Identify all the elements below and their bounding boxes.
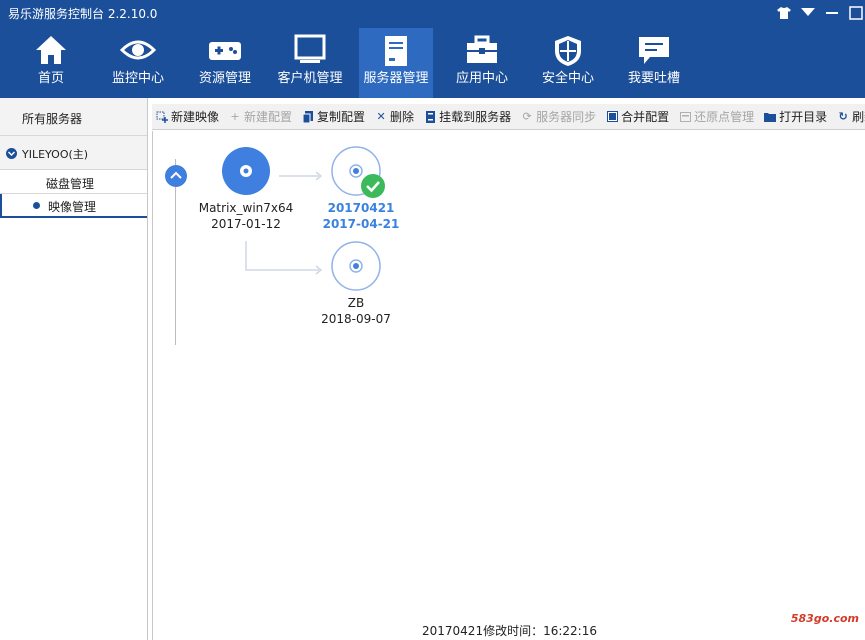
refresh-button[interactable]: ↻ 刷新 <box>837 108 865 125</box>
check-icon <box>361 174 385 198</box>
nav-resources-label: 资源管理 <box>198 71 251 86</box>
status-text: 20170421修改时间：16:22:16 <box>422 624 597 638</box>
nav-clients-label: 客户机管理 <box>277 71 343 86</box>
new-image-icon <box>156 111 168 123</box>
plus-icon: + <box>230 110 240 123</box>
title-bar: 易乐游服务控制台 2.2.10.0 <box>0 0 865 28</box>
child-image-node-2[interactable] <box>331 241 381 294</box>
sidebar-all-servers-label: 所有服务器 <box>22 112 83 126</box>
copy-config-label: 复制配置 <box>317 110 366 124</box>
toolbox-icon <box>467 35 497 63</box>
home-icon <box>36 36 66 64</box>
child-image-name-2: ZB <box>347 296 365 310</box>
sidebar-item-label: 磁盘管理 <box>46 177 95 191</box>
root-image-date: 2017-01-12 <box>211 217 281 231</box>
child-image-node-1[interactable] <box>331 146 389 200</box>
watermark-text: 583go.com <box>790 612 859 625</box>
child-image-label-2: ZB 2018-09-07 <box>316 295 396 327</box>
nav-apps-label: 应用中心 <box>455 71 508 86</box>
sidebar-all-servers[interactable]: 所有服务器 <box>0 98 147 136</box>
child-image-label-1: 20170421 2017-04-21 <box>321 200 401 232</box>
nav-monitor-label: 监控中心 <box>111 71 164 86</box>
window-title: 易乐游服务控制台 2.2.10.0 <box>8 7 158 21</box>
sync-button[interactable]: ⟳ 服务器同步 <box>521 108 596 125</box>
restore-icon <box>679 111 691 123</box>
sidebar-server-name: YILEYOO(主) <box>22 148 89 161</box>
nav-feedback-label: 我要吐槽 <box>627 71 680 86</box>
child-image-date-2: 2018-09-07 <box>321 312 391 326</box>
top-nav: 首页 监控中心 资源管理 客户机管理 服务器管理 应用中心 安全中心 我要吐槽 <box>0 28 865 98</box>
delete-button[interactable]: ✕ 删除 <box>375 108 414 125</box>
new-config-button[interactable]: + 新建配置 <box>229 108 292 125</box>
merge-button[interactable]: 合并配置 <box>606 108 669 125</box>
root-image-node[interactable] <box>222 147 270 198</box>
restore-button[interactable]: 还原点管理 <box>679 108 754 125</box>
mount-button[interactable]: 挂载到服务器 <box>424 108 511 125</box>
child-image-name-1: 20170421 <box>327 201 395 215</box>
nav-servers-label: 服务器管理 <box>363 71 429 86</box>
chat-icon <box>639 37 669 64</box>
nav-monitor[interactable]: 监控中心 <box>99 28 177 98</box>
gamepad-icon <box>209 42 241 60</box>
open-dir-label: 打开目录 <box>779 110 828 124</box>
disc-icon <box>331 241 381 291</box>
child-image-date-1: 2017-04-21 <box>322 217 400 231</box>
merge-label: 合并配置 <box>621 110 670 124</box>
sync-icon: ⟳ <box>522 110 532 123</box>
nav-security-label: 安全中心 <box>541 71 594 86</box>
copy-icon <box>302 110 314 123</box>
nav-feedback[interactable]: 我要吐槽 <box>615 28 693 98</box>
selected-dot-icon <box>33 202 40 209</box>
nav-clients[interactable]: 客户机管理 <box>271 28 349 98</box>
refresh-icon: ↻ <box>838 110 848 123</box>
copy-config-button[interactable]: 复制配置 <box>302 108 365 125</box>
new-config-label: 新建配置 <box>244 110 293 124</box>
chevron-down-icon[interactable] <box>6 148 17 159</box>
toolbar: 新建映像 + 新建配置 复制配置 ✕ 删除 挂载到服务器 ⟳ 服务器同步 合并配… <box>152 104 865 130</box>
sidebar-server-node[interactable]: YILEYOO(主) <box>0 136 147 170</box>
mount-label: 挂载到服务器 <box>439 110 512 124</box>
root-image-label: Matrix_win7x64 2017-01-12 <box>193 200 299 232</box>
disc-icon <box>222 147 270 195</box>
sync-label: 服务器同步 <box>536 110 597 124</box>
monitor-icon <box>294 34 326 63</box>
maximize-icon[interactable] <box>847 4 865 22</box>
root-image-name: Matrix_win7x64 <box>198 201 294 215</box>
restore-label: 还原点管理 <box>694 110 755 124</box>
sidebar-item-disk[interactable]: 磁盘管理 <box>0 170 147 194</box>
sidebar-item-label: 映像管理 <box>48 200 97 214</box>
nav-resources[interactable]: 资源管理 <box>186 28 264 98</box>
sidebar: 所有服务器 YILEYOO(主) 磁盘管理 映像管理 <box>0 98 148 640</box>
mount-server-icon <box>424 110 436 123</box>
sidebar-item-image[interactable]: 映像管理 <box>0 194 147 218</box>
new-image-button[interactable]: 新建映像 <box>156 108 219 125</box>
skin-icon[interactable] <box>775 4 793 22</box>
nav-home[interactable]: 首页 <box>12 28 90 98</box>
nav-home-label: 首页 <box>37 71 64 86</box>
delete-label: 删除 <box>390 110 415 124</box>
folder-icon <box>764 111 777 123</box>
close-icon: ✕ <box>376 110 386 123</box>
eye-icon <box>120 40 156 60</box>
minimize-icon[interactable] <box>823 4 841 22</box>
open-dir-button[interactable]: 打开目录 <box>764 108 827 125</box>
nav-servers[interactable]: 服务器管理 <box>359 28 433 98</box>
menu-dropdown-icon[interactable] <box>799 4 817 22</box>
nav-security[interactable]: 安全中心 <box>529 28 607 98</box>
nav-apps[interactable]: 应用中心 <box>443 28 521 98</box>
refresh-label: 刷新 <box>852 110 865 124</box>
image-tree-panel: Matrix_win7x64 2017-01-12 20170421 2017-… <box>152 131 865 640</box>
shield-icon <box>555 36 581 66</box>
merge-icon <box>606 111 618 123</box>
new-image-label: 新建映像 <box>171 110 220 124</box>
server-icon <box>385 36 407 66</box>
